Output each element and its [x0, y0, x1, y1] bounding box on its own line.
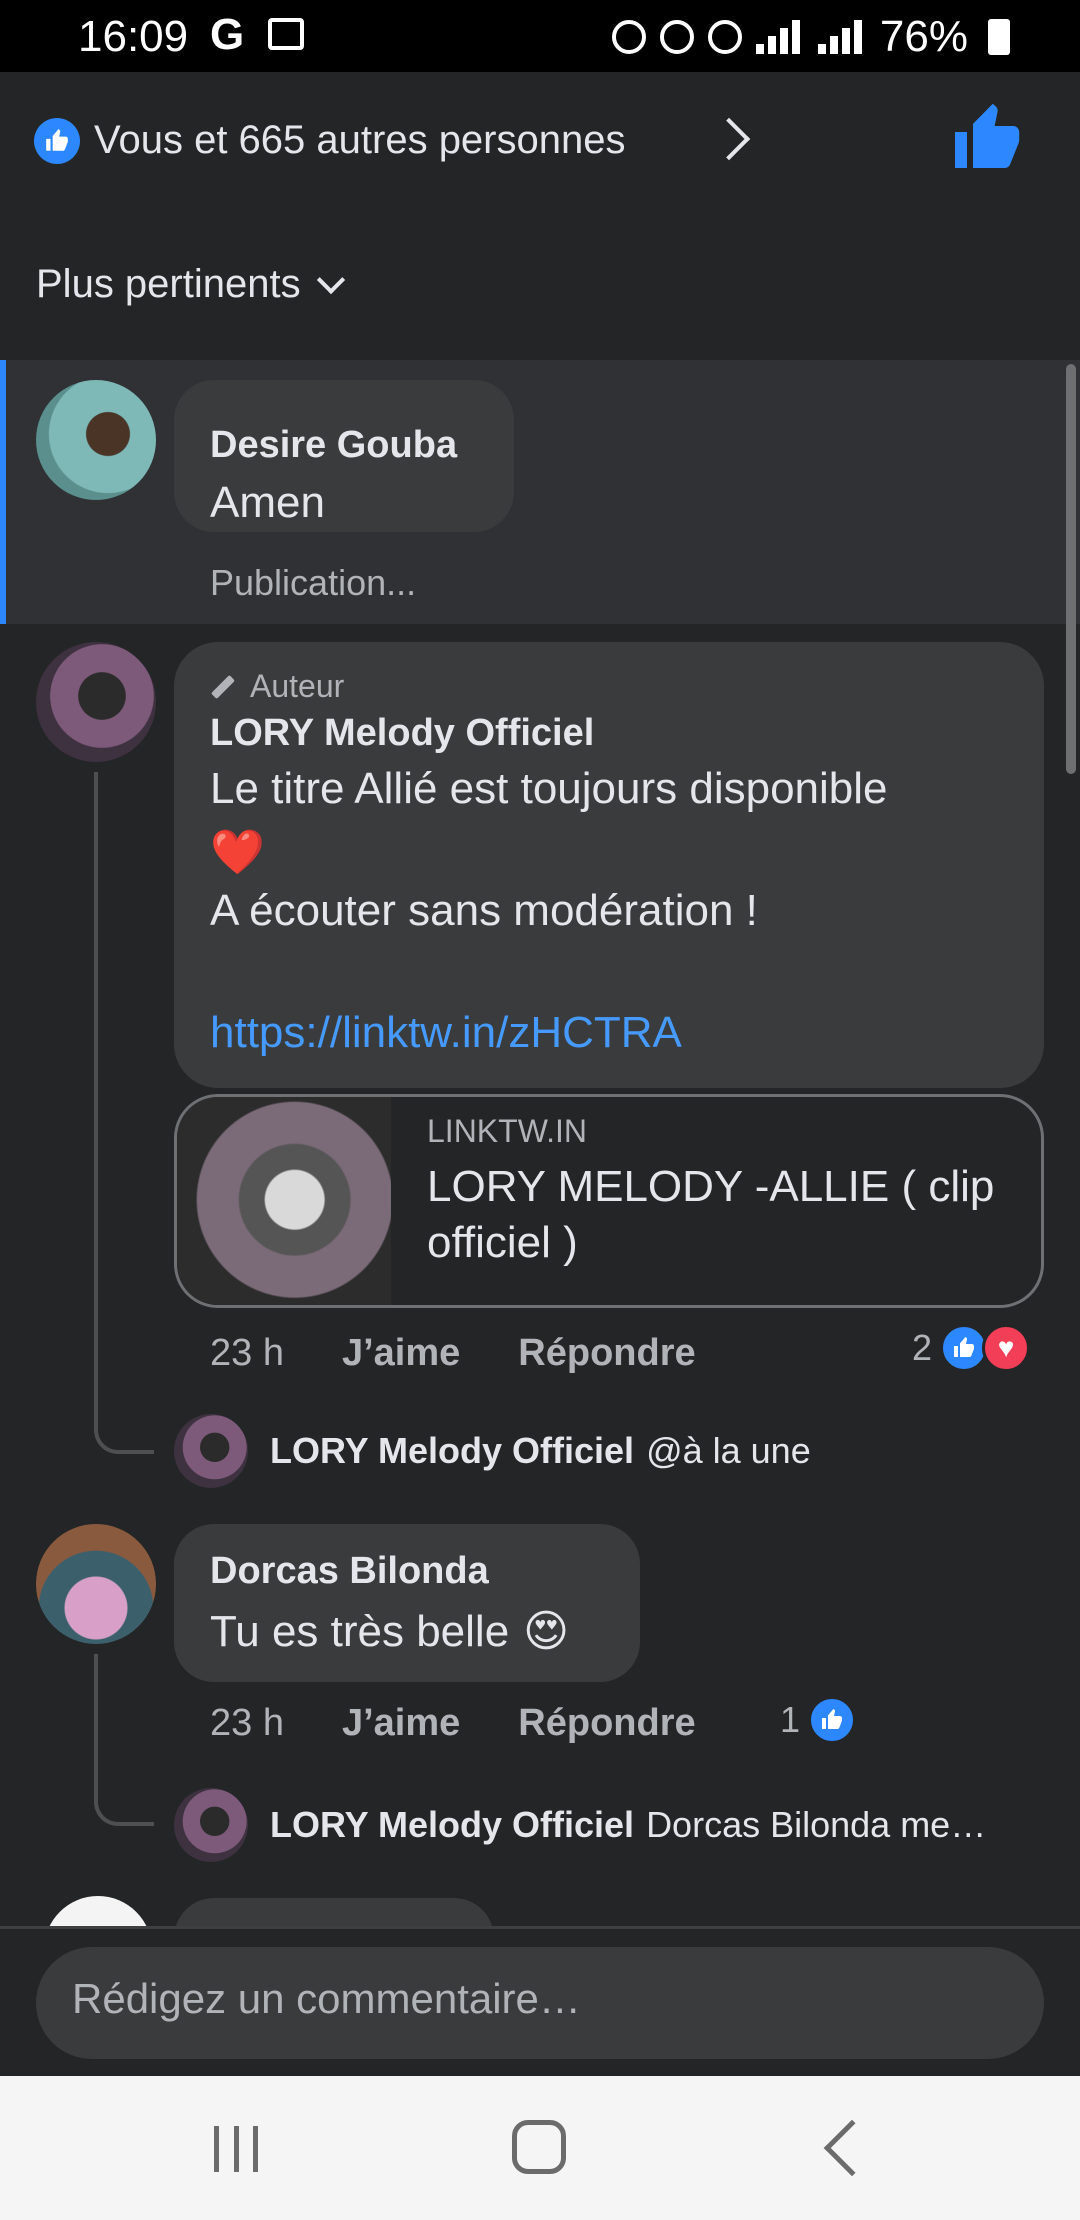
- reaction-count-number: 1: [780, 1699, 801, 1740]
- comment-text-line1: Le titre Allié est toujours disponible: [210, 764, 888, 813]
- like-button[interactable]: J’aime: [342, 1702, 460, 1745]
- sort-dropdown[interactable]: Plus pertinents: [36, 262, 345, 307]
- reply-author: LORY Melody Officiel: [270, 1430, 635, 1471]
- like-reaction-icon: [34, 118, 80, 164]
- reactions-summary[interactable]: Vous et 665 autres personnes: [0, 72, 1080, 212]
- chevron-right-icon: [707, 117, 751, 161]
- link-domain: LINKTW.IN: [427, 1113, 588, 1149]
- battery-icon: [988, 19, 1010, 55]
- chevron-down-icon: [316, 265, 345, 294]
- heart-eyes-emoji: 😍: [523, 1607, 570, 1656]
- link-title: LORY MELODY -ALLIE ( clip officiel ): [427, 1162, 995, 1267]
- thread-line: [94, 772, 154, 1454]
- comment-author[interactable]: Desire Gouba: [210, 424, 457, 467]
- link-preview-card[interactable]: LINKTW.IN LORY MELODY -ALLIE ( clip offi…: [174, 1094, 1044, 1308]
- status-bar: 16:09 G 76%: [0, 0, 1080, 72]
- love-reaction-icon: ♥: [982, 1324, 1031, 1372]
- status-time: 16:09: [78, 12, 189, 61]
- signal-icon-2: [817, 20, 866, 54]
- reply-preview[interactable]: LORY Melody Officiel Dorcas Bilonda me…: [174, 1788, 986, 1862]
- signal-icon: [755, 20, 804, 54]
- comment-bubble[interactable]: Auteur LORY Melody Officiel Le titre All…: [174, 642, 1044, 1088]
- avatar[interactable]: [36, 642, 156, 762]
- comment-time: 23 h: [210, 1332, 284, 1374]
- image-notification-icon: [268, 18, 304, 50]
- reaction-count[interactable]: 1: [780, 1696, 857, 1744]
- comment-time: 23 h: [210, 1702, 284, 1744]
- thread-line: [94, 1654, 154, 1826]
- scrollbar[interactable]: [1066, 364, 1076, 774]
- comment-actions: 23 h J’aime Répondre: [210, 1702, 696, 1745]
- comment-link[interactable]: https://linktw.in/zHCTRA: [210, 1008, 682, 1058]
- back-icon[interactable]: [823, 2119, 881, 2177]
- highlighted-comment: [0, 360, 1080, 624]
- comment-bubble[interactable]: Desire Gouba Amen: [174, 380, 514, 532]
- home-icon[interactable]: [512, 2120, 566, 2174]
- thumbs-up-icon[interactable]: [952, 102, 1024, 174]
- mute-icon: [659, 20, 694, 54]
- reply-button[interactable]: Répondre: [518, 1332, 695, 1375]
- comment-author[interactable]: LORY Melody Officiel: [210, 712, 594, 755]
- navigation-bar: [0, 2076, 1080, 2220]
- status-icons: 76%: [611, 12, 1010, 62]
- avatar: [174, 1414, 248, 1488]
- publishing-status: Publication...: [210, 562, 417, 603]
- recent-apps-icon[interactable]: [214, 2126, 258, 2172]
- alarm-icon: [611, 20, 646, 54]
- comment-composer-bar: Rédigez un commentaire…: [0, 1926, 1080, 2078]
- reply-text: Dorcas Bilonda me…: [646, 1804, 987, 1845]
- comment-input[interactable]: Rédigez un commentaire…: [36, 1947, 1044, 2059]
- like-button[interactable]: J’aime: [342, 1332, 460, 1375]
- sort-label: Plus pertinents: [36, 262, 301, 306]
- avatar: [174, 1788, 248, 1862]
- link-thumbnail: [177, 1097, 391, 1305]
- reply-preview[interactable]: LORY Melody Officiel @à la une: [174, 1414, 811, 1488]
- comment-text: Amen: [210, 478, 325, 527]
- wifi-icon: [707, 20, 742, 54]
- author-badge: Auteur: [210, 668, 344, 705]
- google-icon: G: [210, 10, 245, 59]
- reactions-text: Vous et 665 autres personnes: [94, 118, 626, 162]
- heart-emoji: ❤️: [210, 828, 265, 877]
- author-tag-label: Auteur: [250, 668, 345, 704]
- avatar[interactable]: [36, 1524, 156, 1644]
- comment-actions: 23 h J’aime Répondre: [210, 1332, 696, 1375]
- pencil-icon: [210, 674, 236, 699]
- reaction-count-number: 2: [912, 1327, 933, 1368]
- like-reaction-icon: [940, 1324, 989, 1372]
- comment-text-line2: A écouter sans modération !: [210, 886, 758, 935]
- comment-text: Tu es très belle: [210, 1606, 510, 1656]
- like-reaction-icon: [808, 1696, 857, 1744]
- avatar[interactable]: [36, 380, 156, 500]
- reaction-count[interactable]: 2 ♥: [912, 1324, 1031, 1372]
- reply-author: LORY Melody Officiel: [270, 1804, 635, 1845]
- comment-bubble[interactable]: Dorcas Bilonda Tu es très belle 😍: [174, 1524, 640, 1682]
- reply-button[interactable]: Répondre: [518, 1702, 695, 1745]
- battery-percent: 76%: [879, 12, 968, 61]
- reply-text: @à la une: [646, 1430, 811, 1471]
- comment-author[interactable]: Dorcas Bilonda: [210, 1550, 489, 1593]
